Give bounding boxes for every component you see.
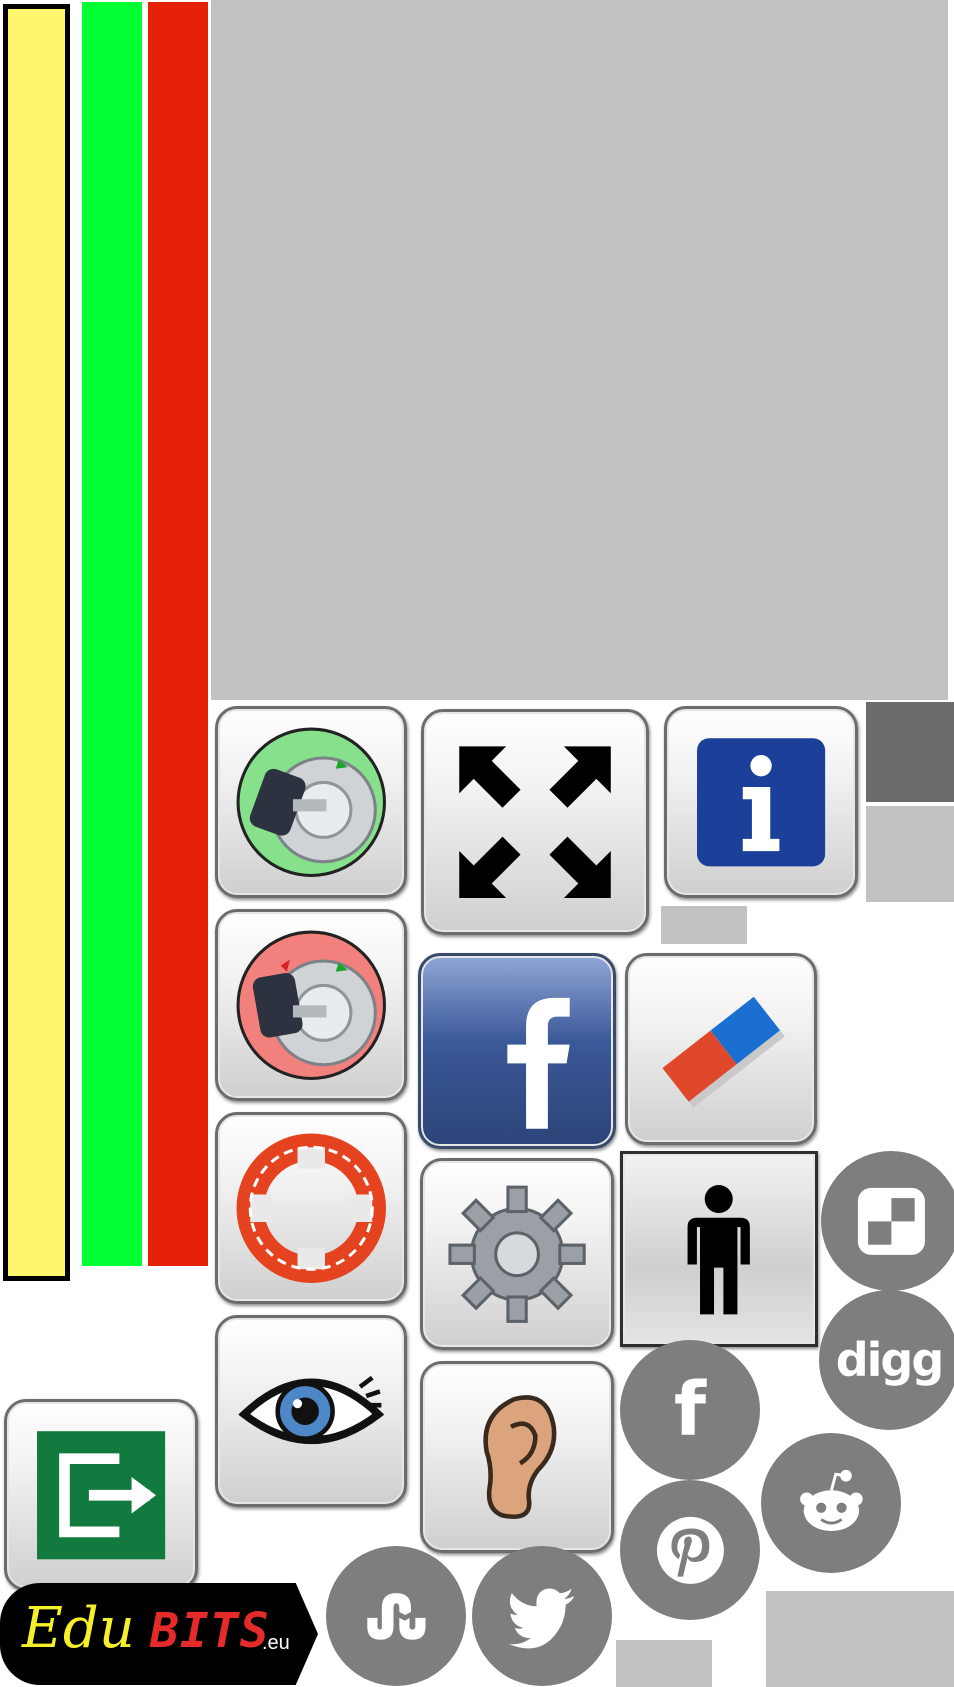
eye-button[interactable]	[215, 1315, 407, 1507]
bottom-gray-swatch	[616, 1640, 712, 1687]
stumbleupon-icon	[366, 1592, 426, 1640]
small-gray-swatch	[661, 906, 747, 944]
gear-button[interactable]	[420, 1158, 614, 1350]
eye-icon	[238, 1375, 384, 1444]
fullscreen-arrows-icon	[459, 746, 611, 898]
key-off-button[interactable]	[215, 909, 407, 1101]
delicious-icon	[857, 1187, 925, 1255]
person-icon	[687, 1185, 751, 1315]
red-bar	[148, 2, 208, 1266]
exit-button[interactable]	[4, 1399, 198, 1591]
yellow-bar	[3, 4, 70, 1281]
pinterest-button[interactable]	[620, 1480, 760, 1620]
facebook-social-icon: f	[673, 1367, 707, 1453]
logo-tld: .eu	[262, 1632, 290, 1654]
eraser-button[interactable]	[625, 953, 817, 1145]
info-button[interactable]	[664, 706, 858, 898]
key-ignition-green-icon	[236, 727, 386, 877]
facebook-button[interactable]	[418, 953, 616, 1149]
lifebuoy-button[interactable]	[215, 1112, 407, 1304]
twitter-button[interactable]	[472, 1546, 612, 1686]
fullscreen-button[interactable]	[421, 709, 649, 935]
delicious-button[interactable]	[821, 1151, 954, 1291]
info-icon	[696, 737, 826, 867]
logo-edu: Edu	[22, 1596, 135, 1661]
eraser-icon	[662, 996, 785, 1108]
reddit-button[interactable]	[761, 1433, 901, 1573]
key-ignition-red-icon	[236, 930, 386, 1080]
gray-panel	[211, 0, 948, 700]
ear-icon	[483, 1394, 557, 1519]
facebook-icon	[507, 998, 570, 1129]
pinterest-icon	[656, 1516, 724, 1584]
bottom-right-gray-swatch	[766, 1591, 954, 1687]
exit-icon	[36, 1430, 166, 1560]
digg-icon: digg	[835, 1333, 945, 1387]
green-bar	[82, 2, 142, 1266]
light-gray-swatch	[866, 806, 954, 902]
lifebuoy-icon	[236, 1133, 386, 1283]
twitter-icon	[508, 1588, 575, 1649]
digg-button[interactable]: digg	[819, 1290, 954, 1430]
dark-gray-swatch	[866, 702, 954, 802]
stumbleupon-button[interactable]	[326, 1546, 466, 1686]
reddit-icon	[799, 1469, 863, 1531]
person-button[interactable]	[620, 1151, 818, 1347]
facebook-social-button[interactable]: f	[620, 1340, 760, 1480]
ear-button[interactable]	[420, 1361, 614, 1553]
logo-bits: BITS	[150, 1603, 270, 1659]
key-on-button[interactable]	[215, 706, 407, 898]
gear-icon	[448, 1185, 586, 1323]
edubits-logo: Edu BITS .eu	[0, 1583, 318, 1685]
